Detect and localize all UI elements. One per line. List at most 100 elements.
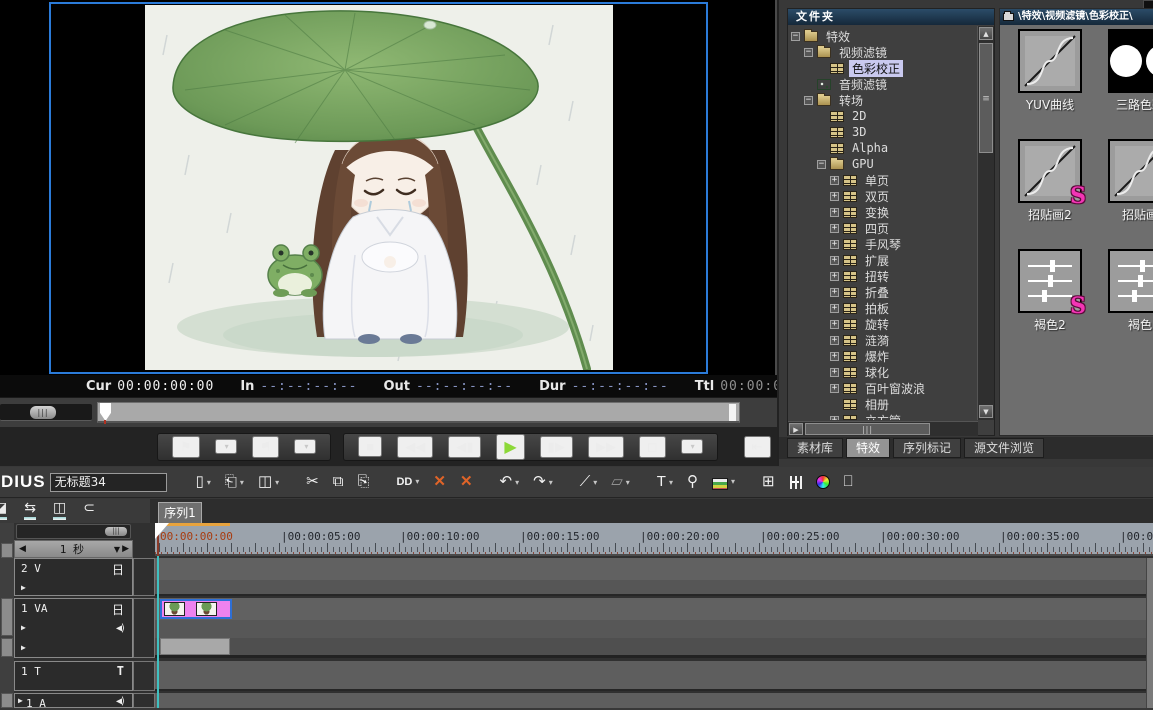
tree-expander-icon[interactable] — [830, 288, 839, 297]
tree-expander-icon[interactable] — [830, 320, 839, 329]
effect-thumbnail[interactable]: S — [1108, 139, 1153, 203]
add-clip-button[interactable]: DD ▾ — [396, 474, 419, 490]
mode-overwrite-icon[interactable]: ◫ — [53, 501, 66, 520]
tree-item[interactable]: 双页 — [788, 188, 977, 204]
tree-expander-icon[interactable] — [830, 176, 839, 185]
tree-expander-icon[interactable] — [830, 336, 839, 345]
dropdown-caret-icon[interactable]: ▾ — [626, 475, 630, 491]
dropdown-caret-icon[interactable]: ▾ — [593, 475, 597, 491]
tree-item[interactable]: 爆炸 — [788, 348, 977, 364]
multicam-button[interactable]: ⊞ ▾ — [762, 473, 775, 491]
voiceover-mic-button[interactable]: ⚲ ▾ — [687, 473, 698, 491]
tree-item[interactable]: 涟漪 — [788, 332, 977, 348]
effect-item[interactable]: S 三路色彩 — [1095, 29, 1153, 113]
timeline-ruler[interactable]: 00:00:00:00|00:00:05:00|00:00:10:00|00:0… — [155, 523, 1153, 556]
color-wheel-button[interactable]: ▾ — [816, 475, 830, 489]
expand-icon[interactable]: ▶ — [21, 623, 26, 632]
rewind-icon[interactable]: ◀◀ — [397, 436, 433, 458]
project-name-field[interactable]: 无标题34 — [50, 473, 167, 492]
tree-item[interactable]: 转场 — [788, 92, 977, 108]
tree-item[interactable]: GPU — [788, 156, 977, 172]
dropdown-caret-icon[interactable]: ▾ — [549, 475, 553, 491]
player-position-bar[interactable] — [97, 402, 740, 423]
tree-item[interactable]: 球化 — [788, 364, 977, 380]
tree-item[interactable]: 拍板 — [788, 300, 977, 316]
effect-thumbnail[interactable]: S — [1108, 249, 1153, 313]
tree-expander-icon[interactable] — [830, 384, 839, 393]
track-header-1t[interactable]: 1 T T — [14, 661, 133, 691]
tree-expander-icon[interactable] — [830, 416, 839, 421]
shuttle-handle[interactable]: ||| — [30, 406, 56, 419]
tree-item[interactable]: 立方管 — [788, 412, 977, 420]
dropdown-caret-icon[interactable]: ▾ — [275, 475, 279, 491]
audio-mixer-button[interactable]: ▾ — [789, 476, 802, 489]
set-out-point-icon[interactable]: ⚑ — [252, 436, 280, 458]
tree-item[interactable]: Alpha — [788, 140, 977, 156]
tree-expander-icon[interactable] — [830, 272, 839, 281]
shuttle-slider[interactable]: ||| — [0, 404, 92, 421]
prev-frame-icon[interactable]: ◀▮ — [448, 436, 481, 458]
tree-item[interactable]: 单页 — [788, 172, 977, 188]
zoom-left-icon[interactable]: ◀ — [15, 544, 30, 554]
effect-item[interactable]: S 招贴画 — [1095, 139, 1153, 223]
new-project-button[interactable]: ▯ ▾ — [196, 473, 211, 491]
loop-icon[interactable]: ◻ — [639, 436, 666, 458]
timeline-playhead-flag[interactable] — [155, 523, 169, 539]
effect-item[interactable]: S YUV曲线 — [1005, 29, 1095, 113]
set-in-point-icon[interactable]: ⚑ — [172, 436, 200, 458]
tree-expander-icon[interactable] — [830, 208, 839, 217]
effect-item[interactable]: S 褐色 — [1095, 249, 1153, 333]
export-button[interactable]: ▾ — [712, 474, 735, 490]
tree-item[interactable]: 色彩校正 — [788, 60, 977, 76]
video-track-icon[interactable]: 日 — [112, 601, 124, 618]
razor-button[interactable]: ⟋ ▾ — [580, 473, 598, 491]
dropdown-caret-icon[interactable]: ▾ — [207, 475, 211, 491]
tree-expander-icon[interactable] — [830, 256, 839, 265]
tree-expander-icon[interactable] — [804, 48, 813, 57]
title-button[interactable]: T ▾ — [657, 473, 673, 491]
tree-item[interactable]: 扭转 — [788, 268, 977, 284]
monitor-button[interactable]: ⎕ ▾ — [844, 473, 853, 491]
video-track-icon[interactable]: 日 — [112, 561, 124, 578]
tree-item[interactable]: 2D — [788, 108, 977, 124]
player-playhead[interactable] — [100, 403, 111, 421]
effect-thumbnail[interactable]: S — [1108, 29, 1153, 93]
dropdown-caret-icon[interactable]: ▾ — [669, 475, 673, 491]
dropdown-caret-icon[interactable]: ▾ — [731, 474, 735, 490]
undo-button[interactable]: ↶ ▾ — [500, 473, 520, 491]
tree-horizontal-scrollbar[interactable]: ◀ ||| ▶ — [788, 421, 978, 436]
dropdown-caret-icon[interactable]: ▾ — [240, 475, 244, 491]
track-1t-lane[interactable] — [155, 661, 1153, 691]
tree-item[interactable]: 变换 — [788, 204, 977, 220]
effect-item[interactable]: S 褐色2 — [1005, 249, 1095, 333]
tree-expander-icon[interactable] — [830, 352, 839, 361]
scroll-right-icon[interactable]: ▶ — [789, 423, 803, 435]
redo-button[interactable]: ↷ ▾ — [533, 473, 553, 491]
set-in-dropdown-icon[interactable]: ▾ — [215, 439, 237, 454]
tree-item[interactable]: 音频滤镜 — [788, 76, 977, 92]
goto-in-icon[interactable]: ⇤ — [744, 436, 771, 458]
tab-sequence-marks[interactable]: 序列标记 — [893, 438, 961, 458]
tree-item[interactable]: 扩展 — [788, 252, 977, 268]
track-2v-lane[interactable] — [155, 558, 1153, 596]
tree-item[interactable]: 四页 — [788, 220, 977, 236]
effect-item[interactable]: S 招贴画2 — [1005, 139, 1095, 223]
tree-expander-icon[interactable] — [830, 224, 839, 233]
sequence-tab[interactable]: 序列1 — [158, 502, 202, 523]
video-clip[interactable] — [160, 599, 232, 619]
expand-icon[interactable]: ▶ — [18, 696, 23, 705]
tree-expander-icon[interactable] — [804, 96, 813, 105]
track-header-1a[interactable]: ▶ 1 A ◀⟩ — [14, 693, 133, 708]
tab-source-browser[interactable]: 源文件浏览 — [964, 438, 1044, 458]
effect-thumbnail[interactable]: S — [1018, 139, 1082, 203]
tree-expander-icon[interactable] — [830, 192, 839, 201]
tree-expander-icon[interactable] — [817, 160, 826, 169]
audio-clip-region[interactable] — [160, 638, 230, 655]
loop-dropdown-icon[interactable]: ▾ — [681, 439, 703, 454]
zoom-right-icon[interactable]: ▶ — [122, 544, 132, 554]
expand-icon[interactable]: ▶ — [21, 583, 26, 592]
track-select-block[interactable] — [1, 543, 13, 558]
ripple-delete-button[interactable]: ✕ ▾ — [460, 473, 473, 491]
expand-icon[interactable]: ▶ — [21, 643, 26, 652]
track-header-1va[interactable]: 1 VA 日 ▶ ◀⟩ ▶ — [14, 598, 133, 658]
